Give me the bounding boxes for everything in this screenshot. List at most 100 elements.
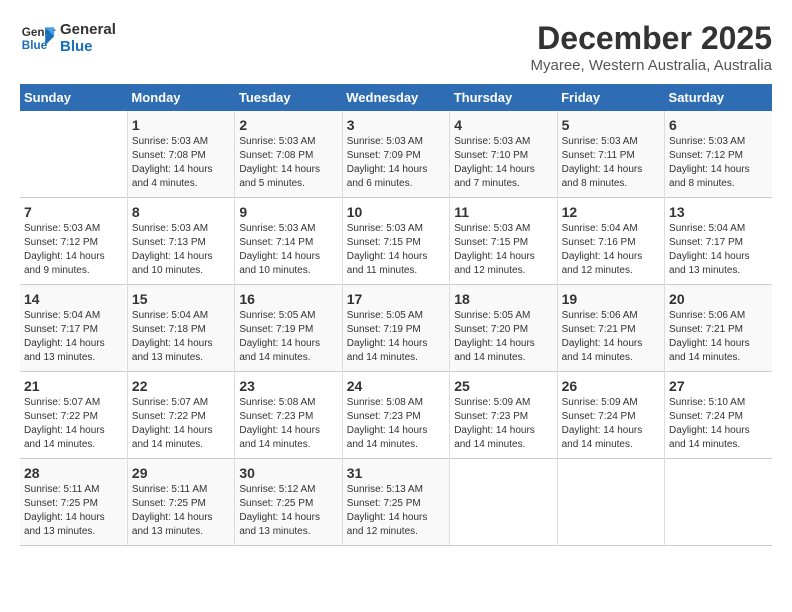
day-info: Sunrise: 5:04 AM Sunset: 7:18 PM Dayligh… (132, 309, 230, 365)
logo-line2: Blue (60, 38, 116, 55)
day-number: 27 (669, 378, 768, 394)
title-block: December 2025 Myaree, Western Australia,… (531, 20, 773, 74)
calendar-cell: 24 Sunrise: 5:08 AM Sunset: 7:23 PM Dayli… (342, 372, 449, 459)
day-info: Sunrise: 5:10 AM Sunset: 7:24 PM Dayligh… (669, 396, 768, 452)
calendar-cell: 14Sunrise: 5:04 AM Sunset: 7:17 PM Dayli… (20, 285, 127, 372)
calendar-cell: 27 Sunrise: 5:10 AM Sunset: 7:24 PM Dayli… (665, 372, 772, 459)
day-info: Sunrise: 5:13 AM Sunset: 7:25 PM Dayligh… (347, 483, 445, 539)
main-title: December 2025 (531, 20, 773, 57)
day-info: Sunrise: 5:03 AM Sunset: 7:11 PM Dayligh… (562, 135, 660, 191)
header-tuesday: Tuesday (235, 84, 342, 111)
calendar-header-row: SundayMondayTuesdayWednesdayThursdayFrid… (20, 84, 772, 111)
calendar-cell (20, 111, 127, 198)
calendar-cell: 4 Sunrise: 5:03 AM Sunset: 7:10 PM Daylig… (450, 111, 557, 198)
day-number: 3 (347, 117, 445, 133)
calendar-cell: 21 Sunrise: 5:07 AM Sunset: 7:22 PM Dayli… (20, 372, 127, 459)
day-number: 30 (239, 465, 337, 481)
day-number: 8 (132, 204, 230, 220)
calendar-cell: 22Sunrise: 5:07 AM Sunset: 7:22 PM Dayli… (127, 372, 234, 459)
calendar-cell (665, 459, 772, 546)
week-row-2: 7 Sunrise: 5:03 AM Sunset: 7:12 PM Daylig… (20, 198, 772, 285)
day-info: Sunrise: 5:05 AM Sunset: 7:19 PM Dayligh… (239, 309, 337, 365)
day-info: Sunrise: 5:03 AM Sunset: 7:08 PM Dayligh… (132, 135, 230, 191)
calendar-cell: 17 Sunrise: 5:05 AM Sunset: 7:19 PM Dayli… (342, 285, 449, 372)
day-number: 18 (454, 291, 552, 307)
calendar-cell: 5 Sunrise: 5:03 AM Sunset: 7:11 PM Daylig… (557, 111, 664, 198)
calendar-cell: 10 Sunrise: 5:03 AM Sunset: 7:15 PM Dayli… (342, 198, 449, 285)
day-info: Sunrise: 5:07 AM Sunset: 7:22 PM Dayligh… (24, 396, 123, 452)
calendar-cell: 13 Sunrise: 5:04 AM Sunset: 7:17 PM Dayli… (665, 198, 772, 285)
header-sunday: Sunday (20, 84, 127, 111)
day-info: Sunrise: 5:09 AM Sunset: 7:24 PM Dayligh… (562, 396, 660, 452)
logo-icon: General Blue (20, 20, 56, 56)
calendar-cell (450, 459, 557, 546)
calendar-cell: 23 Sunrise: 5:08 AM Sunset: 7:23 PM Dayli… (235, 372, 342, 459)
day-number: 1 (132, 117, 230, 133)
calendar-table: SundayMondayTuesdayWednesdayThursdayFrid… (20, 84, 772, 546)
day-info: Sunrise: 5:11 AM Sunset: 7:25 PM Dayligh… (132, 483, 230, 539)
day-info: Sunrise: 5:03 AM Sunset: 7:09 PM Dayligh… (347, 135, 445, 191)
page-header: General Blue General Blue December 2025 … (20, 20, 772, 74)
day-info: Sunrise: 5:04 AM Sunset: 7:17 PM Dayligh… (24, 309, 123, 365)
day-info: Sunrise: 5:03 AM Sunset: 7:10 PM Dayligh… (454, 135, 552, 191)
day-number: 26 (562, 378, 660, 394)
day-info: Sunrise: 5:04 AM Sunset: 7:17 PM Dayligh… (669, 222, 768, 278)
logo-line1: General (60, 21, 116, 38)
header-wednesday: Wednesday (342, 84, 449, 111)
calendar-cell: 31Sunrise: 5:13 AM Sunset: 7:25 PM Dayli… (342, 459, 449, 546)
day-number: 4 (454, 117, 552, 133)
svg-text:Blue: Blue (22, 39, 48, 52)
day-info: Sunrise: 5:05 AM Sunset: 7:19 PM Dayligh… (347, 309, 445, 365)
day-info: Sunrise: 5:03 AM Sunset: 7:15 PM Dayligh… (347, 222, 445, 278)
calendar-cell: 19 Sunrise: 5:06 AM Sunset: 7:21 PM Dayli… (557, 285, 664, 372)
day-number: 25 (454, 378, 552, 394)
day-number: 7 (24, 204, 123, 220)
calendar-cell: 16Sunrise: 5:05 AM Sunset: 7:19 PM Dayli… (235, 285, 342, 372)
header-monday: Monday (127, 84, 234, 111)
header-thursday: Thursday (450, 84, 557, 111)
day-info: Sunrise: 5:06 AM Sunset: 7:21 PM Dayligh… (669, 309, 768, 365)
calendar-cell: 15 Sunrise: 5:04 AM Sunset: 7:18 PM Dayli… (127, 285, 234, 372)
day-number: 21 (24, 378, 123, 394)
day-number: 24 (347, 378, 445, 394)
day-info: Sunrise: 5:03 AM Sunset: 7:12 PM Dayligh… (669, 135, 768, 191)
day-info: Sunrise: 5:11 AM Sunset: 7:25 PM Dayligh… (24, 483, 123, 539)
week-row-3: 14Sunrise: 5:04 AM Sunset: 7:17 PM Dayli… (20, 285, 772, 372)
calendar-cell: 28 Sunrise: 5:11 AM Sunset: 7:25 PM Dayli… (20, 459, 127, 546)
day-info: Sunrise: 5:06 AM Sunset: 7:21 PM Dayligh… (562, 309, 660, 365)
day-number: 28 (24, 465, 123, 481)
calendar-cell: 6 Sunrise: 5:03 AM Sunset: 7:12 PM Daylig… (665, 111, 772, 198)
calendar-cell: 9Sunrise: 5:03 AM Sunset: 7:14 PM Daylig… (235, 198, 342, 285)
day-number: 6 (669, 117, 768, 133)
header-saturday: Saturday (665, 84, 772, 111)
week-row-4: 21 Sunrise: 5:07 AM Sunset: 7:22 PM Dayli… (20, 372, 772, 459)
calendar-cell: 18 Sunrise: 5:05 AM Sunset: 7:20 PM Dayli… (450, 285, 557, 372)
day-number: 13 (669, 204, 768, 220)
logo: General Blue General Blue (20, 20, 116, 56)
calendar-cell: 1 Sunrise: 5:03 AM Sunset: 7:08 PM Daylig… (127, 111, 234, 198)
calendar-cell: 12 Sunrise: 5:04 AM Sunset: 7:16 PM Dayli… (557, 198, 664, 285)
day-info: Sunrise: 5:03 AM Sunset: 7:08 PM Dayligh… (239, 135, 337, 191)
day-info: Sunrise: 5:08 AM Sunset: 7:23 PM Dayligh… (347, 396, 445, 452)
day-number: 23 (239, 378, 337, 394)
subtitle: Myaree, Western Australia, Australia (531, 57, 773, 74)
day-info: Sunrise: 5:03 AM Sunset: 7:13 PM Dayligh… (132, 222, 230, 278)
header-friday: Friday (557, 84, 664, 111)
day-info: Sunrise: 5:04 AM Sunset: 7:16 PM Dayligh… (562, 222, 660, 278)
calendar-cell: 3 Sunrise: 5:03 AM Sunset: 7:09 PM Daylig… (342, 111, 449, 198)
day-number: 10 (347, 204, 445, 220)
day-info: Sunrise: 5:08 AM Sunset: 7:23 PM Dayligh… (239, 396, 337, 452)
day-info: Sunrise: 5:03 AM Sunset: 7:12 PM Dayligh… (24, 222, 123, 278)
day-number: 9 (239, 204, 337, 220)
day-number: 17 (347, 291, 445, 307)
calendar-cell (557, 459, 664, 546)
day-number: 2 (239, 117, 337, 133)
calendar-cell: 8 Sunrise: 5:03 AM Sunset: 7:13 PM Daylig… (127, 198, 234, 285)
day-number: 5 (562, 117, 660, 133)
day-number: 15 (132, 291, 230, 307)
day-number: 12 (562, 204, 660, 220)
day-number: 11 (454, 204, 552, 220)
day-info: Sunrise: 5:05 AM Sunset: 7:20 PM Dayligh… (454, 309, 552, 365)
day-number: 19 (562, 291, 660, 307)
day-number: 29 (132, 465, 230, 481)
